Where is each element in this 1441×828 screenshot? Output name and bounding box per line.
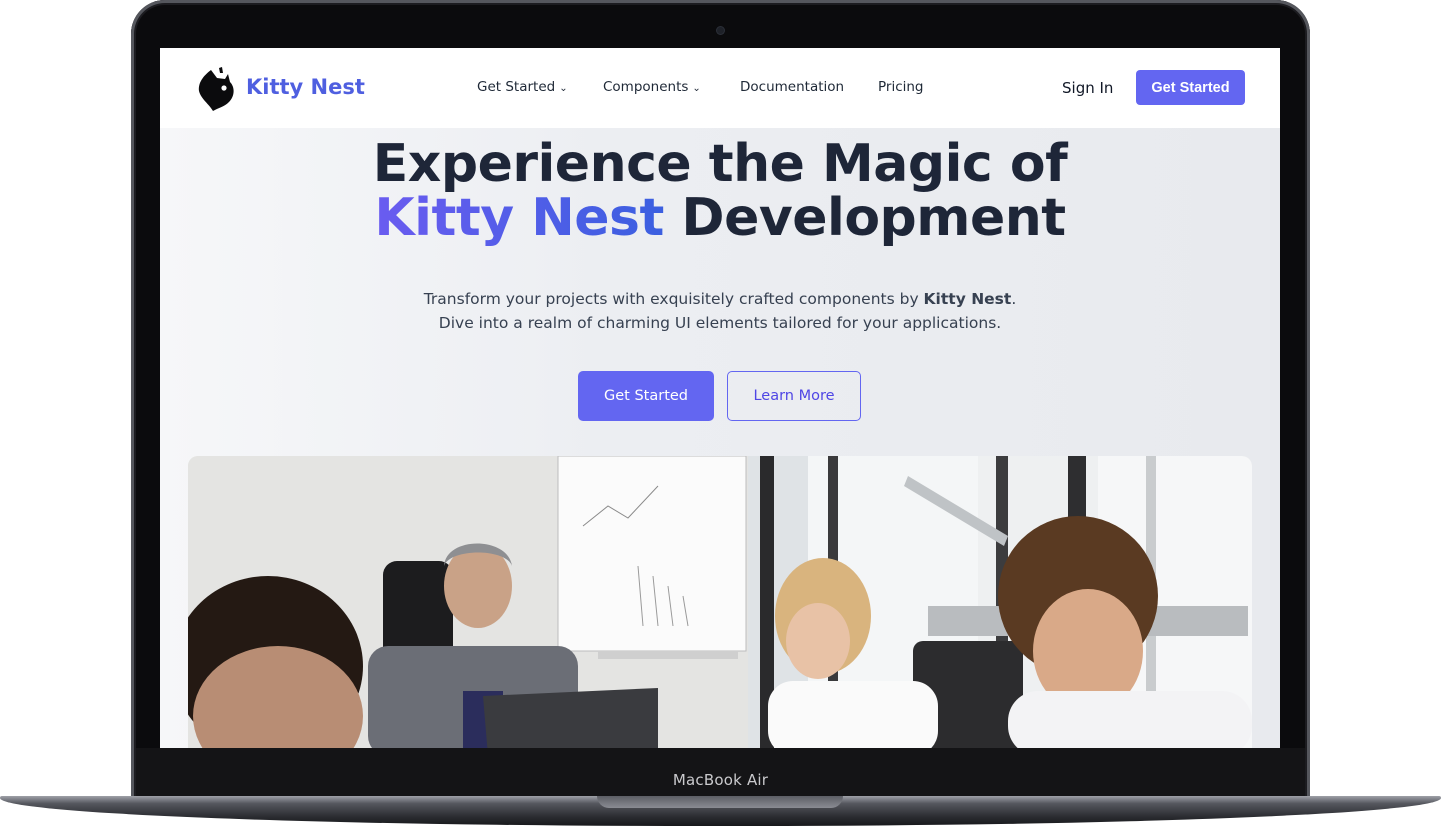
browser-screen: Kitty Nest Get Started ⌄ Components ⌄ Docu…: [160, 48, 1280, 748]
hero-title-line2: Kitty Nest Development: [160, 188, 1280, 248]
hero-title-rest: Development: [663, 188, 1066, 248]
header-get-started-button[interactable]: Get Started: [1136, 70, 1245, 105]
nav-item-get-started[interactable]: Get Started ⌄: [477, 79, 603, 95]
hero-title-line1: Experience the Magic of: [372, 134, 1068, 194]
laptop-notch: [597, 796, 843, 808]
sign-in-link[interactable]: Sign In: [1062, 79, 1113, 97]
nav-item-pricing[interactable]: Pricing: [878, 79, 924, 95]
subtitle-brand: Kitty Nest: [923, 290, 1012, 308]
device-label: MacBook Air: [672, 771, 769, 789]
chevron-down-icon: ⌄: [559, 83, 568, 94]
subtitle-text: Transform your projects with exquisitely…: [423, 290, 924, 308]
hero-subtitle-line1: Transform your projects with exquisitely…: [160, 287, 1280, 311]
nav-label: Pricing: [878, 79, 924, 95]
meeting-photo-illustration: [188, 456, 1252, 748]
hero-get-started-button[interactable]: Get Started: [578, 371, 714, 421]
nav-label: Get Started: [477, 79, 556, 95]
hero-image: [188, 456, 1252, 748]
nav-label: Documentation: [740, 79, 845, 95]
learn-more-button[interactable]: Learn More: [727, 371, 861, 421]
macbook-frame: Kitty Nest Get Started ⌄ Components ⌄ Docu…: [0, 0, 1441, 828]
site-header: Kitty Nest Get Started ⌄ Components ⌄ Docu…: [160, 48, 1280, 128]
cat-head-icon[interactable]: [197, 66, 237, 112]
nav-label: Components: [603, 79, 689, 95]
nav-item-documentation[interactable]: Documentation: [740, 79, 878, 95]
subtitle-period: .: [1011, 290, 1017, 308]
nav-item-components[interactable]: Components ⌄: [603, 79, 740, 95]
main-nav: Get Started ⌄ Components ⌄ Documentation P…: [477, 79, 924, 95]
camera-icon: [717, 27, 724, 34]
brand-name[interactable]: Kitty Nest: [246, 75, 365, 99]
chevron-down-icon: ⌄: [692, 83, 701, 94]
hero-subtitle-line2: Dive into a realm of charming UI element…: [438, 314, 1002, 332]
hero-title-accent: Kitty Nest: [374, 188, 664, 248]
hero-section: Experience the Magic of Kitty Nest Devel…: [160, 128, 1280, 748]
